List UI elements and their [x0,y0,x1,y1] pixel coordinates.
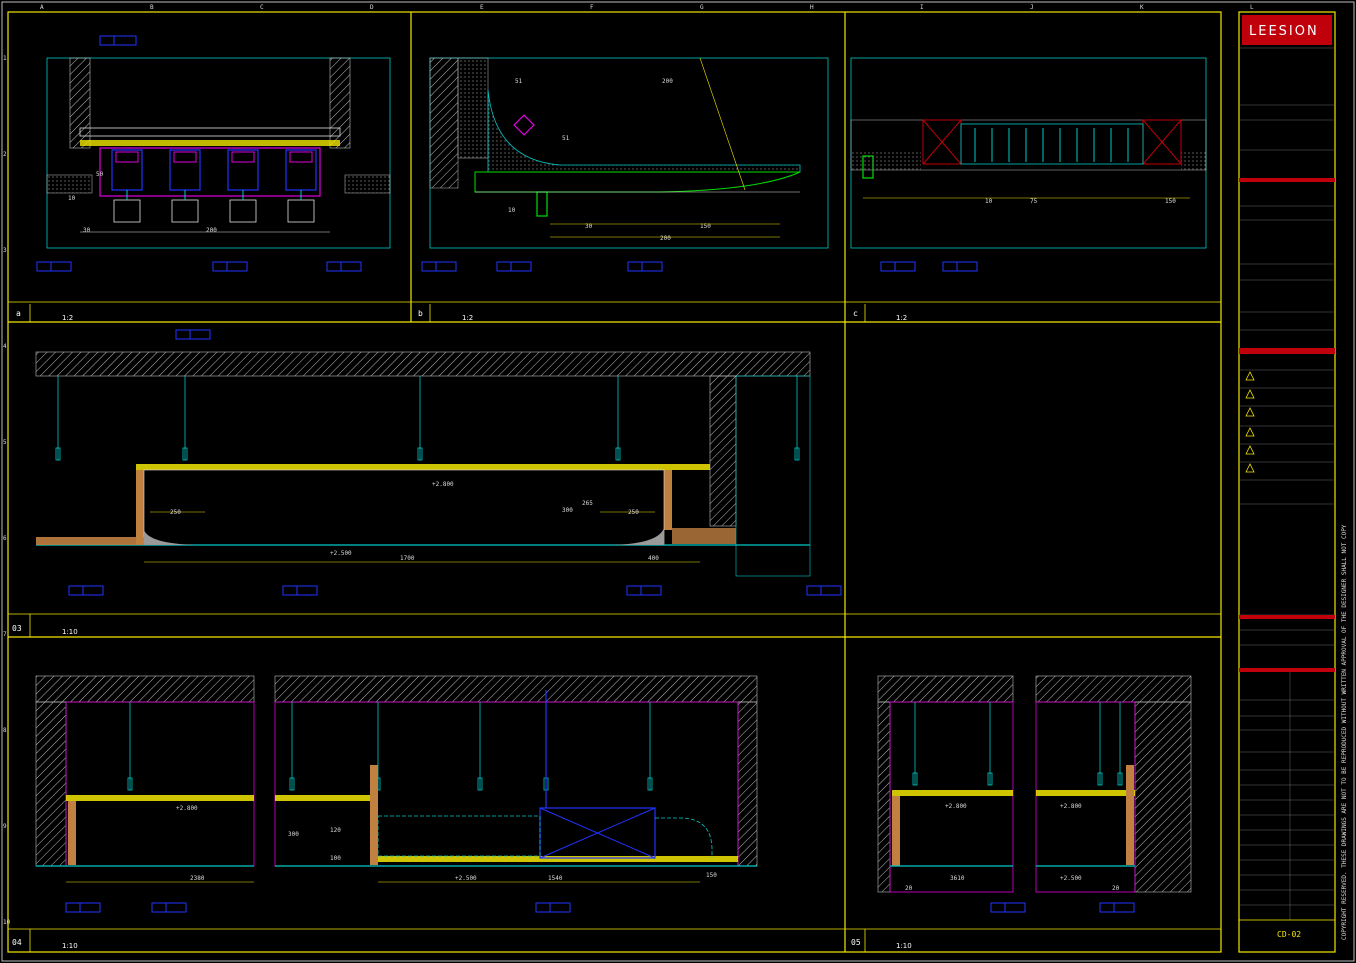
dim-03-level-2: +2.500 [330,550,352,557]
grid-letter: A [40,4,44,11]
dim-04-level-2: +2.500 [455,875,477,882]
caption-05-scale: 1:10 [896,942,912,950]
grid-letter: K [1140,4,1144,11]
dim-03-level-1: +2.800 [432,481,454,488]
revision-triangle-icon [1245,389,1255,399]
revision-triangle-icon [1245,427,1255,437]
caption-04-scale: 1:10 [62,942,78,950]
dim-03-3: 300 [562,507,573,514]
tag-b [421,261,663,272]
caption-a-scale: 1:2 [62,314,73,322]
dim-b-6: 200 [660,235,671,242]
grid-number: 10 [3,919,11,926]
revision-triangle-icon [1245,407,1255,417]
grid-labels-left: 1 2 3 4 5 6 7 8 9 10 [3,55,11,926]
grid-letter: L [1250,4,1254,11]
caption-b-id: b [418,309,423,318]
grid-number: 2 [3,151,7,158]
grid-letter: C [260,4,264,11]
grid-number: 7 [3,631,7,638]
dim-c-1: 10 [985,198,993,205]
detail-c: 10 75 150 [850,57,1207,272]
revision-triangle-icon [1245,371,1255,381]
dim-b-3: 51 [562,135,570,142]
dim-05-3: 20 [1112,885,1120,892]
dim-03-1: 250 [170,509,181,516]
grid-number: 5 [3,439,7,446]
title-block: LEESION CD-02 [1238,11,1336,953]
dim-c-3: 150 [1165,198,1176,205]
tag-a-2 [36,261,362,272]
dim-a-2: 30 [83,227,91,234]
grid-letter: H [810,4,814,11]
caption-04-id: 04 [12,938,22,947]
dim-03-2: 250 [628,509,639,516]
caption-05-id: 05 [851,938,861,947]
revision-triangle-icon [1245,463,1255,473]
dim-a-4: 10 [68,195,76,202]
grid-number: 4 [3,343,7,350]
grid-number: 8 [3,727,7,734]
dim-b-2: 200 [662,78,673,85]
dim-03-4: 265 [582,500,593,507]
tag-04 [65,902,571,913]
dim-b-1: 51 [515,78,523,85]
drawing-number: CD-02 [1277,930,1301,939]
detail-b: 51 200 51 30 150 200 10 [421,57,829,272]
dim-b-7: 10 [508,207,516,214]
caption-b-scale: 1:2 [462,314,473,322]
tag-a-1 [99,35,137,46]
caption-03-scale: 1:10 [62,628,78,636]
dim-04-3: 300 [288,831,299,838]
grid-letter: I [920,4,924,11]
dim-04-4: 120 [330,827,341,834]
dim-04-5: 100 [330,855,341,862]
dim-05-1: 20 [905,885,913,892]
dim-05-level-3: +2.500 [1060,875,1082,882]
cad-drawing-sheet: ABCDEFGHIJKL 12345678910 50 30 200 10 a … [1,1,1355,962]
detail-04: +2.800 2380 +2.500 1540 300 120 100 150 [35,675,758,913]
dim-04-2: 1540 [548,875,563,882]
caption-03-id: 03 [12,624,22,633]
grid-number: 1 [3,55,7,62]
tag-05 [990,902,1135,913]
dim-05-2: 3610 [950,875,965,882]
side-copyright-note: COPYRIGHT RESERVED. THESE DRAWINGS ARE N… [1341,524,1348,940]
dim-04-level-1: +2.800 [176,805,198,812]
dim-04-6: 150 [706,872,717,879]
detail-05: +2.800 20 3610 +2.800 +2.500 20 [877,675,1192,913]
dim-04-1: 2380 [190,875,205,882]
revision-triangle-icon [1245,445,1255,455]
dim-c-2: 75 [1030,198,1038,205]
grid-letter: F [590,4,594,11]
detail-03: +2.800 +2.500 250 250 300 265 1700 400 [35,329,842,596]
caption-c-id: c [853,309,858,318]
grid-number: 3 [3,247,7,254]
grid-letter: D [370,4,374,11]
caption-c-scale: 1:2 [896,314,907,322]
dim-a-3: 200 [206,227,217,234]
dim-03-5: 1700 [400,555,415,562]
grid-number: 6 [3,535,7,542]
grid-letter: B [150,4,154,11]
caption-a-id: a [16,309,21,318]
grid-letter: E [480,4,484,11]
grid-labels-top: A B C D E F G H I J K L [40,4,1254,11]
company-logo-text: LEESION [1249,24,1319,39]
tag-c [880,261,978,272]
dim-a-1: 50 [96,171,104,178]
grid-letter: G [700,4,704,11]
grid-number: 9 [3,823,7,830]
detail-a: 50 30 200 10 [36,35,391,272]
grid-letter: J [1030,4,1034,11]
dim-05-level-2: +2.800 [1060,803,1082,810]
dim-03-6: 400 [648,555,659,562]
dim-05-level-1: +2.800 [945,803,967,810]
